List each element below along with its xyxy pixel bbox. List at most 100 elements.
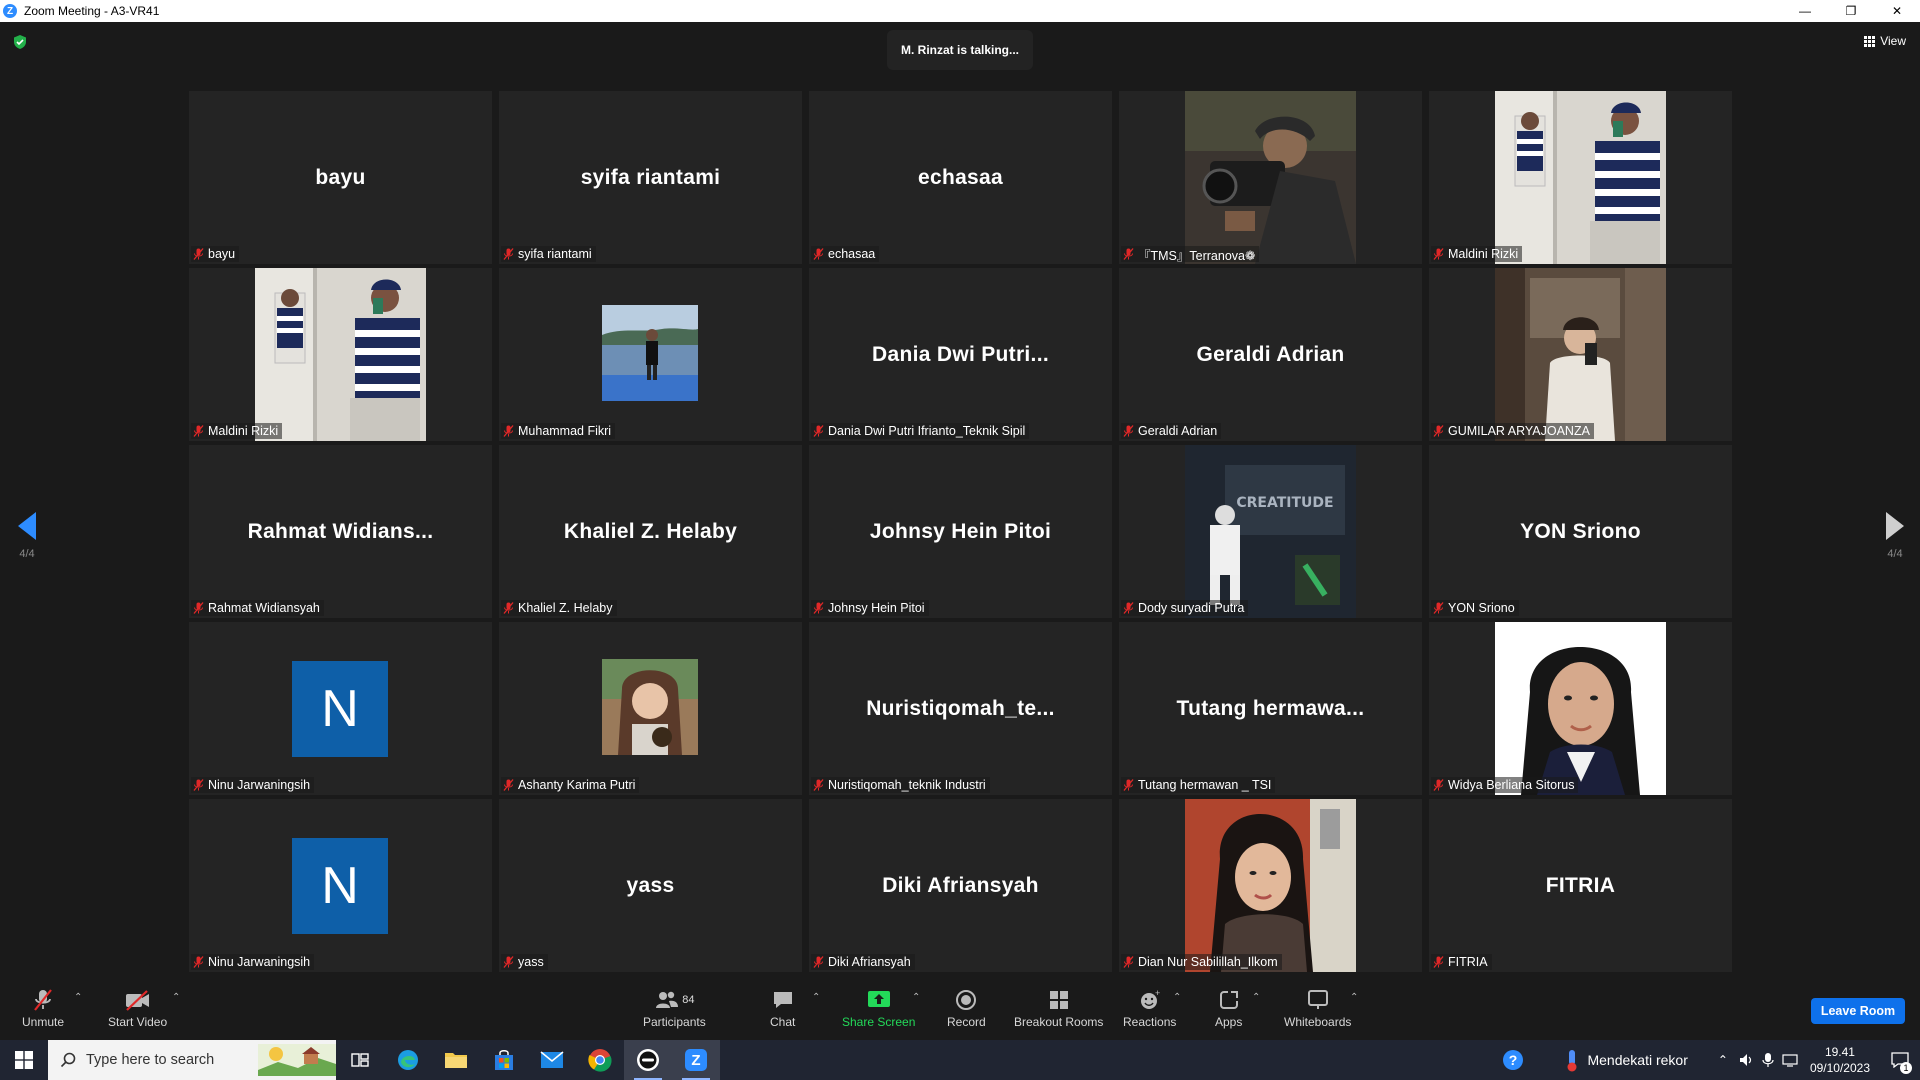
taskbar-search-box[interactable]: Type here to search — [48, 1040, 336, 1080]
encryption-shield-icon[interactable] — [12, 34, 28, 50]
show-hidden-icons-chevron[interactable]: ⌃ — [1718, 1053, 1728, 1067]
notification-center-button[interactable]: 1 — [1880, 1040, 1920, 1080]
participant-name: FITRIA — [1448, 955, 1488, 969]
reactions-button[interactable]: + Reactions — [1123, 988, 1176, 1029]
unmute-button[interactable]: Unmute — [22, 988, 64, 1029]
whiteboards-options-caret[interactable]: ⌃ — [1350, 992, 1358, 1003]
participant-tile[interactable]: YON Sriono YON Sriono — [1429, 445, 1732, 618]
muted-mic-icon — [1433, 956, 1444, 968]
participant-tile[interactable]: Khaliel Z. Helaby Khaliel Z. Helaby — [499, 445, 802, 618]
participant-tile[interactable]: Maldini Rizki — [1429, 91, 1732, 264]
taskbar-mail[interactable] — [528, 1040, 576, 1080]
task-view-button[interactable] — [336, 1040, 384, 1080]
muted-mic-icon — [1123, 956, 1134, 968]
participant-tile[interactable]: Dian Nur Sabilillah_Ilkom — [1119, 799, 1422, 972]
chrome-browser-icon — [588, 1049, 612, 1072]
participant-tile[interactable]: Ashanty Karima Putri — [499, 622, 802, 795]
store-bag-icon — [495, 1050, 513, 1070]
participant-tile[interactable]: Johnsy Hein Pitoi Johnsy Hein Pitoi — [809, 445, 1112, 618]
participant-tile[interactable]: Rahmat Widians... Rahmat Widiansyah — [189, 445, 492, 618]
taskbar-chrome[interactable] — [576, 1040, 624, 1080]
participant-tile[interactable]: N Ninu Jarwaningsih — [189, 799, 492, 972]
participant-tile[interactable]: syifa riantami syifa riantami — [499, 91, 802, 264]
participant-name: GUMILAR ARYAJOANZA — [1448, 424, 1590, 438]
participant-tile[interactable]: Maldini Rizki — [189, 268, 492, 441]
participant-display-name: Khaliel Z. Helaby — [563, 519, 738, 543]
participant-display-name: bayu — [315, 165, 366, 189]
taskbar-file-explorer[interactable] — [432, 1040, 480, 1080]
reactions-options-caret[interactable]: ⌃ — [1173, 992, 1181, 1003]
participant-tile[interactable]: Widya Berliana Sitorus — [1429, 622, 1732, 795]
taskbar-store[interactable] — [480, 1040, 528, 1080]
participant-tile[interactable]: Geraldi Adrian Geraldi Adrian — [1119, 268, 1422, 441]
participant-tile[interactable]: Nuristiqomah_te... Nuristiqomah_teknik In… — [809, 622, 1112, 795]
participant-name: Muhammad Fikri — [518, 424, 612, 438]
network-icon[interactable] — [1782, 1052, 1800, 1068]
participant-tile[interactable]: CREATITUDE Dody suryadi Putra — [1119, 445, 1422, 618]
speaker-icon[interactable] — [1738, 1052, 1754, 1068]
svg-text:?: ? — [1509, 1052, 1518, 1068]
participant-name: Ashanty Karima Putri — [518, 778, 636, 792]
close-button[interactable]: ✕ — [1874, 0, 1920, 22]
participant-photo — [1185, 91, 1356, 264]
thermometer-icon[interactable] — [1565, 1048, 1579, 1072]
participant-tile[interactable]: yass yass — [499, 799, 802, 972]
participant-tile[interactable]: GUMILAR ARYAJOANZA — [1429, 268, 1732, 441]
record-button[interactable]: Record — [947, 988, 986, 1029]
weather-status[interactable]: Mendekati rekor — [1587, 1052, 1687, 1068]
restore-button[interactable]: ❐ — [1828, 0, 1874, 22]
share-options-caret[interactable]: ⌃ — [912, 992, 920, 1003]
muted-mic-icon — [1433, 248, 1444, 260]
taskbar-zoom[interactable]: Z — [672, 1040, 720, 1080]
participant-tile[interactable]: Tutang hermawa... Tutang hermawan _ TSI — [1119, 622, 1422, 795]
chat-button[interactable]: Chat — [770, 988, 795, 1029]
participant-name-label: Tutang hermawan _ TSI — [1121, 777, 1276, 793]
whiteboards-button[interactable]: Whiteboards — [1284, 988, 1351, 1029]
view-button[interactable]: View — [1864, 34, 1906, 48]
taskbar-edge[interactable] — [384, 1040, 432, 1080]
participant-tile[interactable]: Muhammad Fikri — [499, 268, 802, 441]
previous-page-button[interactable]: 4/4 — [18, 512, 36, 560]
participants-button[interactable]: 84 Participants — [643, 988, 706, 1029]
muted-mic-icon — [1433, 779, 1444, 791]
microphone-icon[interactable] — [1762, 1052, 1774, 1068]
apps-button[interactable]: Apps — [1215, 988, 1242, 1029]
audio-options-caret[interactable]: ⌃ — [74, 992, 82, 1003]
participant-tile[interactable]: echasaa echasaa — [809, 91, 1112, 264]
next-page-button[interactable]: 4/4 — [1886, 512, 1904, 560]
windows-logo-icon — [15, 1051, 33, 1069]
taskbar-app-active[interactable] — [624, 1040, 672, 1080]
start-button[interactable] — [0, 1040, 48, 1080]
share-screen-button[interactable]: Share Screen — [842, 988, 915, 1029]
unmute-label: Unmute — [22, 1015, 65, 1029]
muted-mic-icon — [193, 956, 204, 968]
participant-name-label: FITRIA — [1431, 954, 1492, 970]
participants-label: Participants — [643, 1015, 706, 1029]
apps-options-caret[interactable]: ⌃ — [1252, 992, 1260, 1003]
participant-tile[interactable]: N Ninu Jarwaningsih — [189, 622, 492, 795]
mail-icon — [540, 1051, 564, 1068]
participant-tile[interactable]: Diki Afriansyah Diki Afriansyah — [809, 799, 1112, 972]
participant-tile[interactable]: Dania Dwi Putri... Dania Dwi Putri Ifrian… — [809, 268, 1112, 441]
participant-tile[interactable]: bayu bayu — [189, 91, 492, 264]
whiteboard-icon — [1306, 988, 1330, 1012]
help-tips-icon[interactable]: ? — [1501, 1048, 1525, 1072]
participant-tile[interactable]: 『TMS』Terranova❁ — [1119, 91, 1422, 264]
taskbar-clock[interactable]: 19.41 09/10/2023 — [1810, 1044, 1870, 1076]
windows-taskbar: Type here to search Z ? Mendekati rekor … — [0, 1040, 1920, 1080]
muted-mic-icon — [193, 425, 204, 437]
whiteboards-label: Whiteboards — [1284, 1015, 1352, 1029]
breakout-rooms-button[interactable]: Breakout Rooms — [1014, 988, 1103, 1029]
participant-name-label: Ninu Jarwaningsih — [191, 777, 315, 793]
participant-tile[interactable]: FITRIA FITRIA — [1429, 799, 1732, 972]
share-screen-icon — [866, 988, 892, 1012]
chat-options-caret[interactable]: ⌃ — [812, 992, 820, 1003]
zoom-app-icon: Z — [685, 1049, 707, 1071]
leave-room-button[interactable]: Leave Room — [1811, 998, 1905, 1024]
participant-display-name: Rahmat Widians... — [247, 519, 434, 543]
participant-name-label: Geraldi Adrian — [1121, 423, 1222, 439]
minimize-button[interactable]: — — [1782, 0, 1828, 22]
breakout-rooms-icon — [1047, 988, 1071, 1012]
video-options-caret[interactable]: ⌃ — [172, 992, 180, 1003]
start-video-button[interactable]: Start Video — [108, 988, 167, 1029]
